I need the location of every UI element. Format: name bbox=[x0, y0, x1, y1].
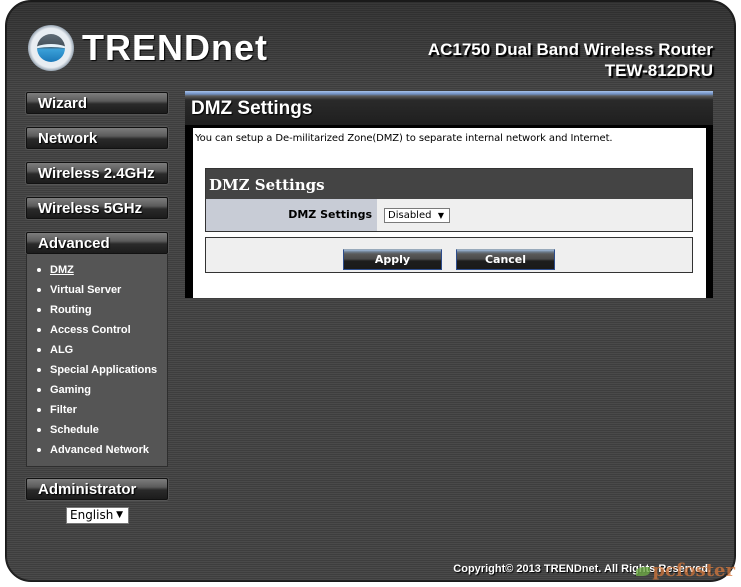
nav-network[interactable]: Network bbox=[26, 127, 168, 149]
leaf-icon bbox=[636, 567, 651, 576]
nav-wireless-2-4ghz[interactable]: Wireless 2.4GHz bbox=[26, 162, 168, 184]
dmz-settings-label: DMZ Settings bbox=[206, 199, 377, 231]
product-info: AC1750 Dual Band Wireless Router TEW-812… bbox=[428, 40, 713, 82]
bullet-icon bbox=[37, 408, 41, 412]
submenu-item-special-applications[interactable]: Special Applications bbox=[27, 360, 167, 380]
dmz-settings-row: DMZ Settings Disabled ▼ bbox=[206, 199, 692, 231]
page-title: DMZ Settings bbox=[185, 91, 713, 125]
bullet-icon bbox=[37, 348, 41, 352]
sidebar: Wizard Network Wireless 2.4GHz Wireless … bbox=[26, 92, 168, 513]
nav-wizard[interactable]: Wizard bbox=[26, 92, 168, 114]
trendnet-globe-icon bbox=[28, 25, 74, 71]
apply-button[interactable]: Apply bbox=[343, 248, 442, 270]
product-title: AC1750 Dual Band Wireless Router bbox=[427, 40, 713, 59]
action-bar: Apply Cancel bbox=[205, 237, 693, 273]
trendnet-logo: TRENDnet bbox=[28, 23, 268, 73]
section-title: DMZ Settings bbox=[206, 169, 692, 199]
submenu-item-dmz[interactable]: DMZ bbox=[27, 260, 167, 280]
bullet-icon bbox=[37, 368, 41, 372]
submenu-item-access-control[interactable]: Access Control bbox=[27, 320, 167, 340]
submenu-item-filter[interactable]: Filter bbox=[27, 400, 167, 420]
nav-advanced[interactable]: Advanced bbox=[26, 232, 168, 254]
language-value: English bbox=[70, 508, 114, 522]
content-body: You can setup a De-militarized Zone(DMZ)… bbox=[193, 128, 706, 298]
dropdown-arrow-icon: ▼ bbox=[116, 510, 123, 520]
bullet-icon bbox=[37, 268, 41, 272]
advanced-submenu: DMZ Virtual Server Routing Access Contro… bbox=[26, 254, 168, 467]
nav-administrator[interactable]: Administrator bbox=[26, 478, 168, 500]
bullet-icon bbox=[37, 328, 41, 332]
dropdown-arrow-icon: ▼ bbox=[437, 210, 444, 220]
bullet-icon bbox=[37, 308, 41, 312]
submenu-item-virtual-server[interactable]: Virtual Server bbox=[27, 280, 167, 300]
dmz-settings-select[interactable]: Disabled ▼ bbox=[384, 207, 450, 223]
dmz-settings-value: Disabled bbox=[388, 209, 432, 221]
brand-name: TRENDnet bbox=[82, 27, 268, 68]
submenu-item-routing[interactable]: Routing bbox=[27, 300, 167, 320]
submenu-item-advanced-network[interactable]: Advanced Network bbox=[27, 440, 167, 460]
cancel-button[interactable]: Cancel bbox=[456, 248, 555, 270]
bullet-icon bbox=[37, 288, 41, 292]
dmz-settings-section: DMZ Settings DMZ Settings Disabled ▼ bbox=[205, 168, 693, 232]
watermark: pcfoster bbox=[636, 560, 735, 581]
bullet-icon bbox=[37, 428, 41, 432]
page-description: You can setup a De-militarized Zone(DMZ)… bbox=[195, 133, 613, 144]
submenu-item-gaming[interactable]: Gaming bbox=[27, 380, 167, 400]
submenu-item-alg[interactable]: ALG bbox=[27, 340, 167, 360]
bullet-icon bbox=[37, 388, 41, 392]
bullet-icon bbox=[37, 448, 41, 452]
language-select[interactable]: English ▼ bbox=[66, 507, 129, 524]
content-panel: DMZ Settings You can setup a De-militari… bbox=[185, 91, 713, 298]
product-model: TEW-812DRU bbox=[604, 61, 713, 80]
submenu-item-schedule[interactable]: Schedule bbox=[27, 420, 167, 440]
nav-wireless-5ghz[interactable]: Wireless 5GHz bbox=[26, 197, 168, 219]
